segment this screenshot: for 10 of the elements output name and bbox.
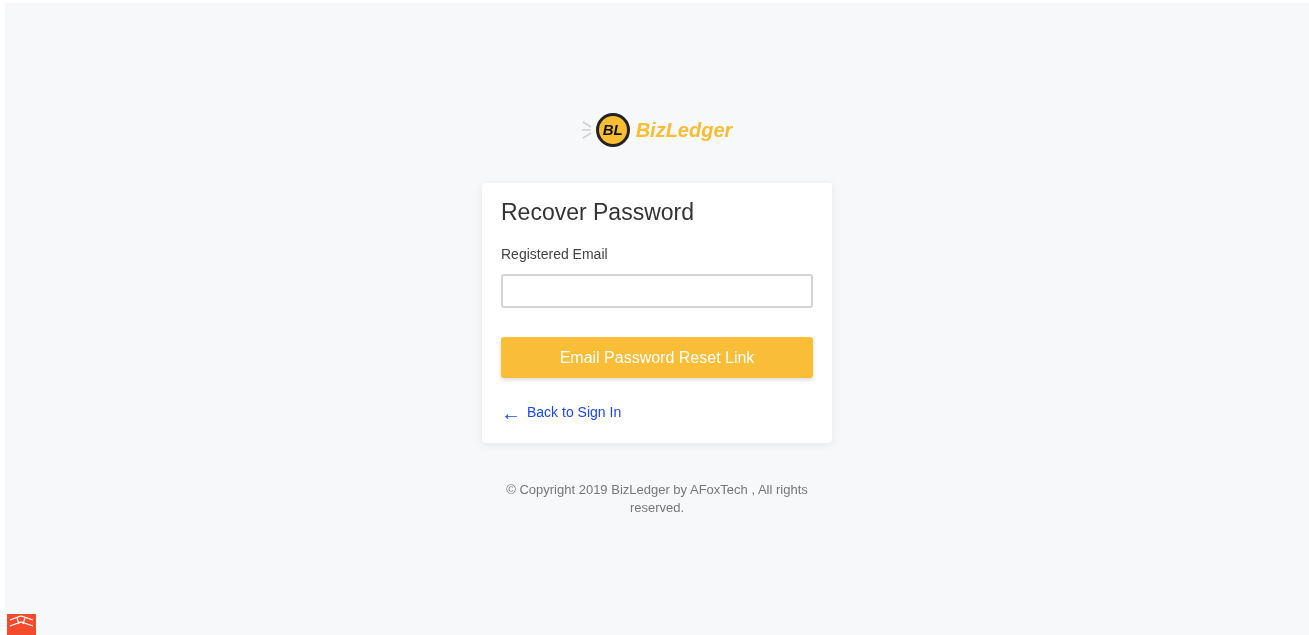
arrow-left-icon: ← bbox=[501, 403, 521, 422]
card-title: Recover Password bbox=[501, 198, 695, 226]
back-link-label: Back to Sign In bbox=[527, 403, 622, 422]
back-link[interactable]: ← Back to Sign In bbox=[501, 402, 622, 423]
email-field[interactable] bbox=[501, 274, 813, 308]
logo-mark: BL bbox=[595, 113, 630, 147]
copyright-text: © Copyright 2019 BizLedger by AFoxTech , All rights reserved. bbox=[505, 481, 809, 517]
logo-sun-rays-icon bbox=[581, 118, 592, 142]
logo-name: BizLedger bbox=[635, 118, 733, 143]
field-label: Registered Email bbox=[501, 245, 608, 264]
